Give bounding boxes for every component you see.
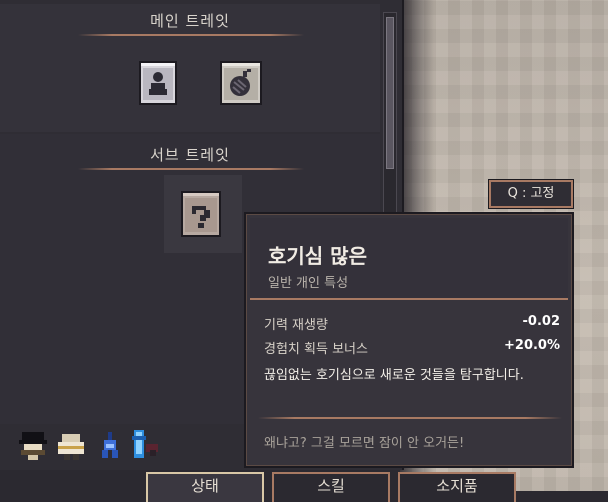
- tab-inventory[interactable]: 소지품: [398, 472, 516, 502]
- main-traits-section: 메인 트레잇: [0, 4, 380, 132]
- person-trait-icon[interactable]: [138, 60, 178, 105]
- bomb-trait-icon[interactable]: [219, 60, 262, 105]
- scrollbar-thumb[interactable]: [386, 17, 394, 169]
- stat-value: -0.02: [522, 314, 560, 329]
- sub-traits-title: 서브 트레잇: [150, 146, 230, 164]
- wrapped-bundle-icon[interactable]: [54, 428, 88, 462]
- tooltip-subtitle: 일반 개인 특성: [268, 276, 349, 291]
- sub-traits-rule: [78, 168, 304, 170]
- blue-figure-icon[interactable]: [94, 428, 128, 462]
- stat-row: 경험치 획득 보너스 +20.0%: [264, 338, 560, 357]
- tab-skills[interactable]: 스킬: [272, 472, 390, 502]
- question-mark-trait-icon[interactable]: [180, 190, 221, 237]
- stat-label: 경험치 획득 보너스: [264, 342, 368, 357]
- tab-status[interactable]: 상태: [146, 472, 264, 502]
- trait-tooltip: 호기심 많은 일반 개인 특성 기력 재생량 -0.02 경험치 획득 보너스 …: [244, 212, 574, 468]
- tooltip-header: 호기심 많은 일반 개인 특성: [250, 218, 568, 300]
- tooltip-title: 호기심 많은: [268, 244, 367, 268]
- main-traits-title: 메인 트레잇: [150, 12, 230, 30]
- fix-hint-badge: Q : 고정: [489, 180, 573, 208]
- mustache-hat-icon[interactable]: [16, 428, 50, 462]
- main-traits-rule: [78, 34, 304, 36]
- blue-potion-icon[interactable]: [128, 428, 162, 462]
- tooltip-divider: [258, 417, 562, 419]
- tooltip-description: 끊임없는 호기심으로 새로운 것들을 탐구합니다.: [264, 368, 524, 383]
- stat-label: 기력 재생량: [264, 318, 328, 333]
- stat-value: +20.0%: [504, 338, 560, 353]
- tooltip-flavor-text: 왜냐고? 그걸 모르면 잠이 안 오거든!: [264, 436, 465, 451]
- stat-row: 기력 재생량 -0.02: [264, 314, 560, 333]
